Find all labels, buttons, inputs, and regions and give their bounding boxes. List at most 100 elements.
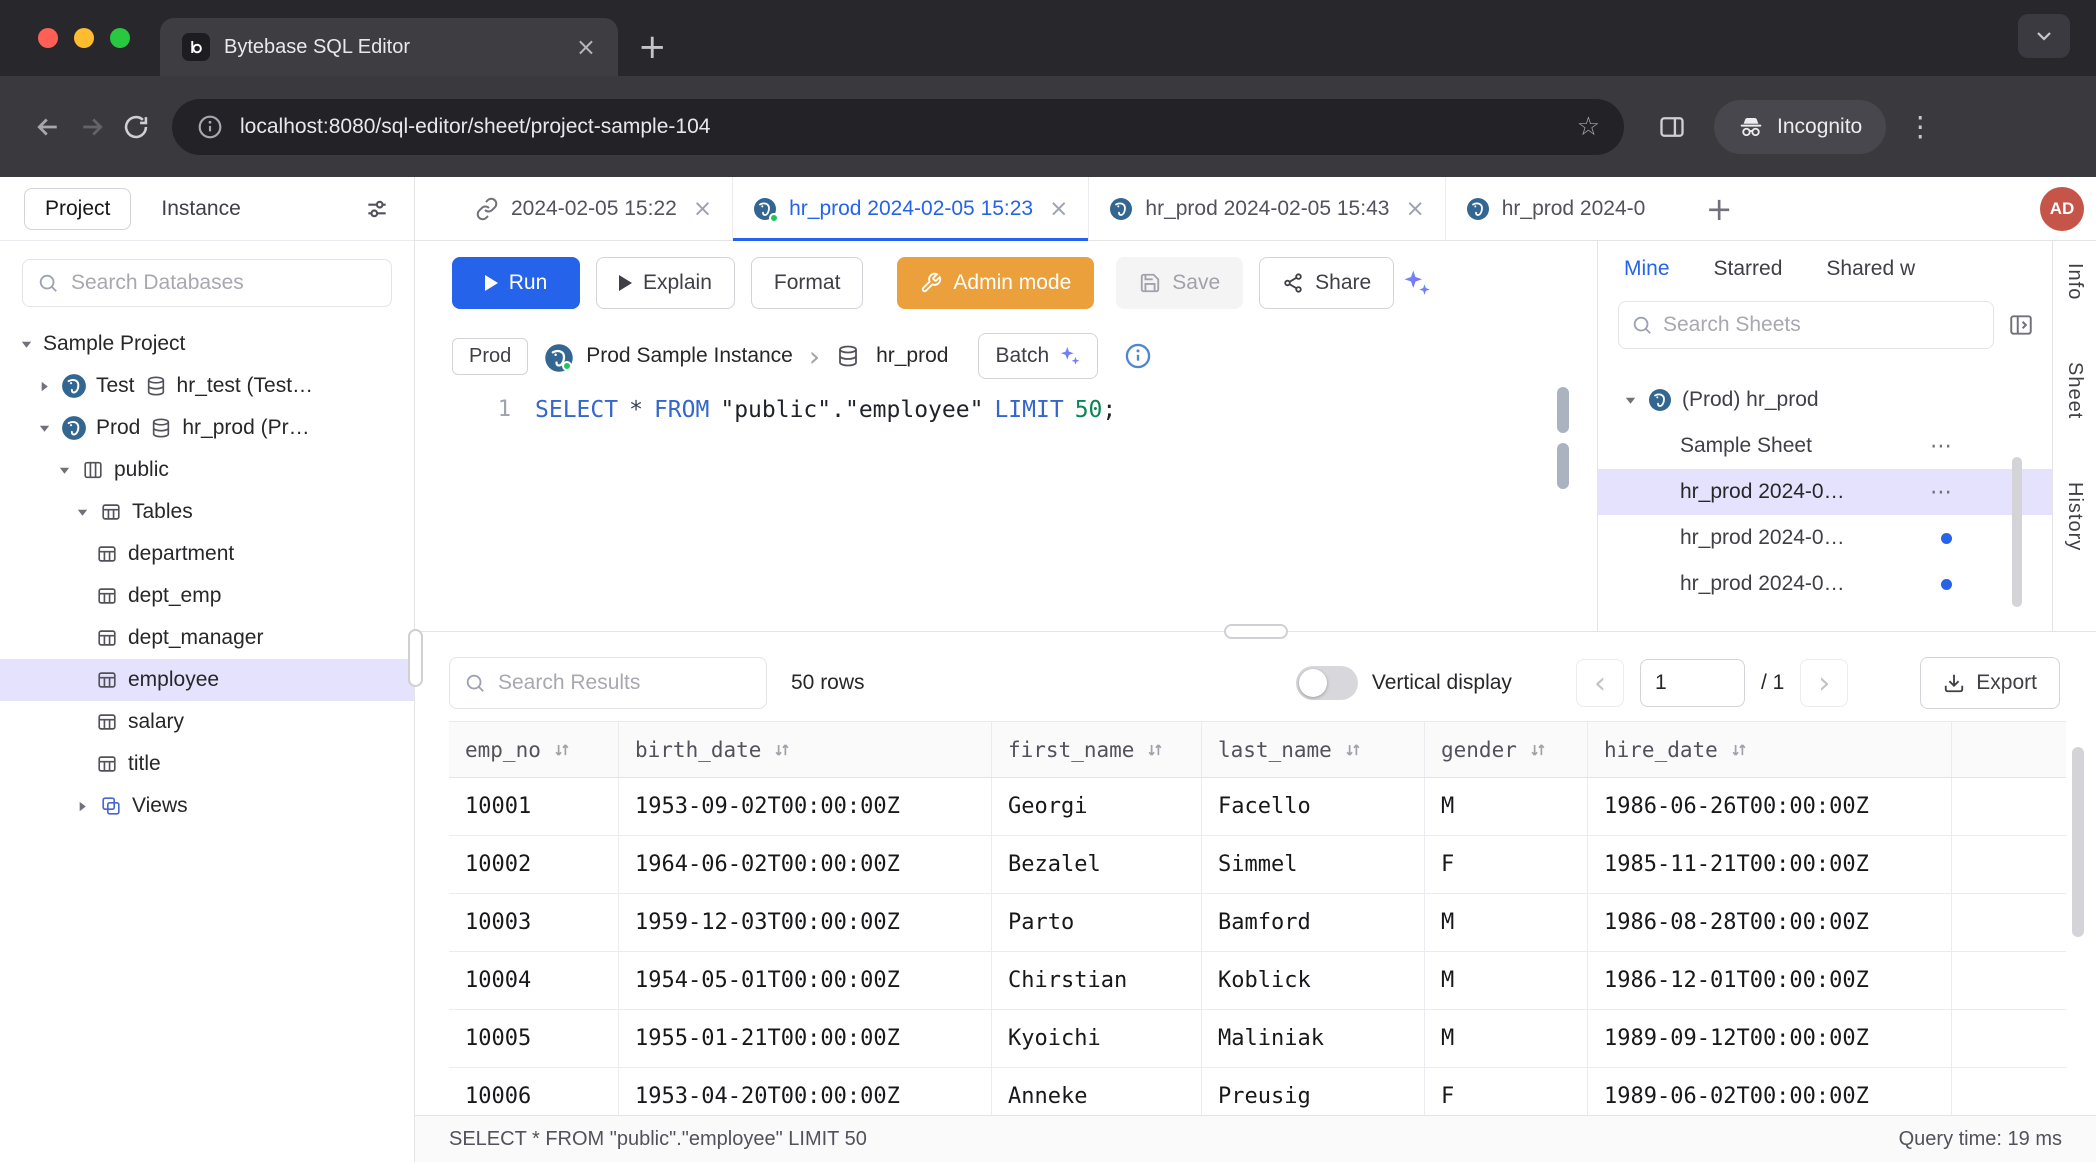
- site-info-icon[interactable]: [196, 113, 224, 141]
- sheet-tab[interactable]: hr_prod 2024-02-05 15:43 ×: [1089, 177, 1445, 240]
- next-page-button[interactable]: ›: [1800, 659, 1848, 707]
- ai-sparkle-icon[interactable]: [1402, 268, 1432, 298]
- sheet-tab-adhoc[interactable]: 2024-02-05 15:22 ×: [455, 177, 733, 240]
- side-tab-sheet[interactable]: Sheet: [2063, 362, 2086, 419]
- sheet-group-prod-hr-prod[interactable]: (Prod) hr_prod: [1598, 377, 2052, 423]
- new-tab-button[interactable]: +: [638, 30, 667, 64]
- reload-button[interactable]: [114, 105, 158, 149]
- caret-right-icon[interactable]: [74, 798, 90, 814]
- tree-item-prod-env[interactable]: Prod hr_prod (Pr…: [0, 407, 414, 449]
- tree-item-table-salary[interactable]: salary: [0, 701, 414, 743]
- column-header-last-name[interactable]: last_name: [1202, 722, 1425, 777]
- sort-icon[interactable]: [1730, 741, 1748, 759]
- browser-menu-button[interactable]: ⋮: [1906, 110, 1934, 143]
- batch-button[interactable]: Batch: [978, 333, 1098, 379]
- close-window-button[interactable]: [38, 28, 58, 48]
- page-input[interactable]: [1640, 659, 1745, 707]
- run-button[interactable]: Run: [452, 257, 580, 309]
- tab-close-icon[interactable]: ×: [576, 35, 596, 59]
- close-icon[interactable]: ×: [693, 196, 712, 222]
- sheet-tab-truncated[interactable]: hr_prod 2024-0: [1446, 177, 1696, 240]
- bookmark-star-icon[interactable]: ☆: [1577, 112, 1600, 142]
- sheet-item-unsaved[interactable]: hr_prod 2024-0…: [1598, 515, 2052, 561]
- tree-item-table-title[interactable]: title: [0, 743, 414, 785]
- tree-item-table-department[interactable]: department: [0, 533, 414, 575]
- column-header-first-name[interactable]: first_name: [992, 722, 1202, 777]
- sheet-search[interactable]: [1618, 301, 1994, 349]
- editor-scrollbar[interactable]: [1557, 387, 1569, 433]
- collapse-panel-icon[interactable]: [2008, 312, 2034, 338]
- sql-editor[interactable]: 1 SELECT*FROM"public"."employee"LIMIT50;: [415, 379, 1597, 631]
- sheet-item-unsaved[interactable]: hr_prod 2024-0…: [1598, 561, 2052, 607]
- forward-button[interactable]: [70, 105, 114, 149]
- horizontal-splitter[interactable]: [415, 631, 2096, 643]
- sheet-tab-active[interactable]: hr_prod 2024-02-05 15:23 ×: [733, 177, 1089, 240]
- more-actions-icon[interactable]: ⋯: [1930, 480, 1952, 505]
- tree-item-test-env[interactable]: Test hr_test (Test…: [0, 365, 414, 407]
- database-search[interactable]: [22, 259, 392, 307]
- sort-icon[interactable]: [773, 741, 791, 759]
- sheet-item-sample-sheet[interactable]: Sample Sheet ⋯: [1598, 423, 2052, 469]
- caret-down-icon[interactable]: [18, 336, 34, 352]
- sort-icon[interactable]: [553, 741, 571, 759]
- results-search[interactable]: [449, 657, 767, 709]
- panel-scrollbar[interactable]: [2012, 457, 2022, 607]
- tree-item-views-group[interactable]: Views: [0, 785, 414, 827]
- sort-icon[interactable]: [1344, 741, 1362, 759]
- address-bar[interactable]: localhost:8080/sql-editor/sheet/project-…: [172, 99, 1624, 155]
- close-icon[interactable]: ×: [1405, 196, 1424, 222]
- split-handle[interactable]: [1224, 624, 1288, 639]
- tree-item-sample-project[interactable]: Sample Project: [0, 323, 414, 365]
- sidebar-resize-handle[interactable]: [408, 629, 423, 687]
- vertical-display-toggle[interactable]: [1296, 666, 1358, 700]
- sort-icon[interactable]: [1529, 741, 1547, 759]
- environment-chip[interactable]: Prod: [452, 338, 528, 375]
- filter-settings-icon[interactable]: [364, 196, 390, 222]
- back-button[interactable]: [26, 105, 70, 149]
- database-name[interactable]: hr_prod: [876, 344, 948, 368]
- panel-tab-shared[interactable]: Shared w: [1826, 257, 1915, 281]
- export-button[interactable]: Export: [1920, 657, 2060, 709]
- caret-right-icon[interactable]: [36, 378, 52, 394]
- side-tab-info[interactable]: Info: [2063, 263, 2086, 300]
- save-button[interactable]: Save: [1116, 257, 1243, 309]
- caret-down-icon[interactable]: [74, 504, 90, 520]
- minimize-window-button[interactable]: [74, 28, 94, 48]
- results-search-input[interactable]: [498, 671, 752, 695]
- new-sheet-button[interactable]: +: [1706, 193, 1733, 225]
- side-panel-button[interactable]: [1650, 105, 1694, 149]
- tree-item-table-dept-emp[interactable]: dept_emp: [0, 575, 414, 617]
- sheet-item-selected[interactable]: hr_prod 2024-0… ⋯: [1598, 469, 2052, 515]
- tree-item-schema-public[interactable]: public: [0, 449, 414, 491]
- database-search-input[interactable]: [71, 271, 377, 295]
- editor-scrollbar[interactable]: [1557, 443, 1569, 489]
- column-header-birth-date[interactable]: birth_date: [619, 722, 992, 777]
- panel-tab-mine[interactable]: Mine: [1624, 257, 1670, 281]
- sheet-search-input[interactable]: [1663, 313, 1981, 337]
- connection-info-icon[interactable]: [1124, 342, 1152, 370]
- panel-tab-starred[interactable]: Starred: [1714, 257, 1783, 281]
- share-button[interactable]: Share: [1259, 257, 1394, 309]
- sidebar-tab-instance[interactable]: Instance: [161, 197, 240, 221]
- column-header-gender[interactable]: gender: [1425, 722, 1588, 777]
- format-button[interactable]: Format: [751, 257, 864, 309]
- caret-down-icon[interactable]: [56, 462, 72, 478]
- admin-mode-button[interactable]: Admin mode: [897, 257, 1094, 309]
- prev-page-button[interactable]: ‹: [1576, 659, 1624, 707]
- instance-name[interactable]: Prod Sample Instance: [586, 344, 793, 368]
- caret-down-icon[interactable]: [1622, 392, 1638, 408]
- results-scrollbar[interactable]: [2072, 747, 2084, 937]
- caret-down-icon[interactable]: [36, 420, 52, 436]
- more-actions-icon[interactable]: ⋯: [1930, 434, 1952, 459]
- column-header-hire-date[interactable]: hire_date: [1588, 722, 1952, 777]
- tree-item-table-employee[interactable]: employee: [0, 659, 414, 701]
- explain-button[interactable]: Explain: [596, 257, 735, 309]
- user-avatar[interactable]: AD: [2040, 187, 2084, 231]
- tab-search-chevron-button[interactable]: [2018, 14, 2070, 58]
- sql-code-line[interactable]: SELECT*FROM"public"."employee"LIMIT50;: [535, 397, 1116, 631]
- close-icon[interactable]: ×: [1049, 196, 1068, 222]
- url-text[interactable]: localhost:8080/sql-editor/sheet/project-…: [240, 115, 1561, 139]
- sort-icon[interactable]: [1146, 741, 1164, 759]
- tree-item-table-dept-manager[interactable]: dept_manager: [0, 617, 414, 659]
- zoom-window-button[interactable]: [110, 28, 130, 48]
